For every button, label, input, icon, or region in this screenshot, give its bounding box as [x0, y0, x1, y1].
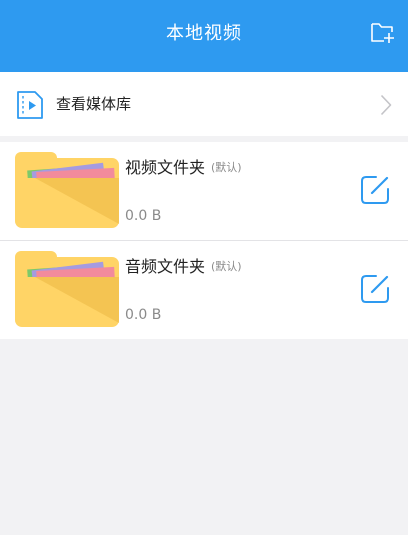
edit-icon — [361, 176, 389, 204]
folder-name-text: 视频文件夹 — [125, 158, 206, 177]
folder-row-video[interactable]: 视频文件夹 (默认) 0.0 B — [0, 142, 408, 240]
folder-row-audio[interactable]: 音频文件夹 (默认) 0.0 B — [0, 240, 408, 339]
folder-plus-icon — [371, 23, 394, 43]
folder-icon — [15, 251, 119, 327]
folder-name: 音频文件夹 (默认) — [125, 253, 242, 277]
folder-size: 0.0 B — [125, 208, 162, 224]
edit-folder-button[interactable] — [359, 273, 391, 305]
page-title: 本地视频 — [166, 23, 242, 44]
chevron-right-icon — [380, 94, 392, 116]
video-file-icon — [17, 91, 43, 119]
app-header: 本地视频 — [0, 0, 408, 72]
default-tag: (默认) — [211, 161, 242, 174]
folder-size: 0.0 B — [125, 307, 162, 323]
folder-icon — [15, 152, 119, 228]
default-tag: (默认) — [211, 260, 242, 273]
edit-folder-button[interactable] — [359, 174, 391, 206]
edit-icon — [361, 275, 389, 303]
folder-name: 视频文件夹 (默认) — [125, 154, 242, 178]
folder-name-text: 音频文件夹 — [125, 257, 206, 276]
media-library-row[interactable]: 查看媒体库 — [0, 72, 408, 136]
folder-list: 视频文件夹 (默认) 0.0 B 音频文件夹 (默认) 0.0 B — [0, 142, 408, 339]
media-library-label: 查看媒体库 — [56, 95, 132, 113]
new-folder-button[interactable] — [370, 20, 396, 44]
